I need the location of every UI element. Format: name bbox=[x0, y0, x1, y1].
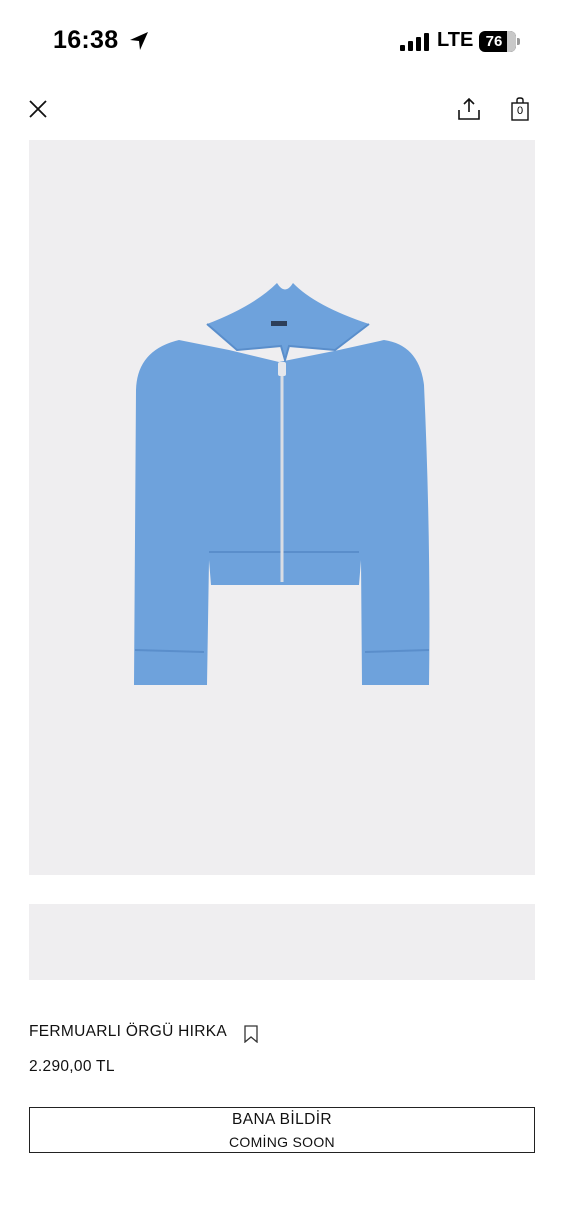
nav-bar: 0 bbox=[0, 84, 563, 134]
notify-me-label: BANA BİLDİR bbox=[231, 1111, 333, 1128]
battery-body: 76 bbox=[479, 31, 516, 52]
bag-count: 0 bbox=[516, 105, 524, 117]
zipper-pull bbox=[278, 362, 286, 376]
notify-me-button[interactable]: BANA BİLDİR COMİNG SOON bbox=[29, 1107, 535, 1153]
share-icon[interactable] bbox=[456, 96, 482, 122]
close-icon[interactable] bbox=[26, 97, 50, 121]
shopping-bag-button[interactable]: 0 bbox=[509, 96, 531, 122]
coming-soon-label: COMİNG SOON bbox=[229, 1134, 335, 1150]
product-price: 2.290,00 TL bbox=[29, 1058, 115, 1075]
bookmark-icon[interactable] bbox=[243, 1025, 259, 1043]
product-image[interactable] bbox=[29, 140, 535, 875]
product-title: FERMUARLI ÖRGÜ HIRKA bbox=[29, 1023, 228, 1040]
location-arrow-icon bbox=[130, 32, 148, 50]
network-type: LTE bbox=[437, 29, 474, 51]
signal-bars-icon bbox=[400, 33, 429, 51]
sweater-label bbox=[271, 321, 287, 326]
status-time: 16:38 bbox=[53, 26, 119, 54]
battery-tip bbox=[517, 38, 520, 45]
battery-icon: 76 bbox=[479, 31, 520, 52]
status-bar: 16:38 LTE 76 bbox=[0, 0, 563, 84]
secondary-image-placeholder[interactable] bbox=[29, 904, 535, 980]
battery-level: 76 bbox=[485, 33, 503, 50]
sweater-illustration bbox=[134, 283, 430, 685]
